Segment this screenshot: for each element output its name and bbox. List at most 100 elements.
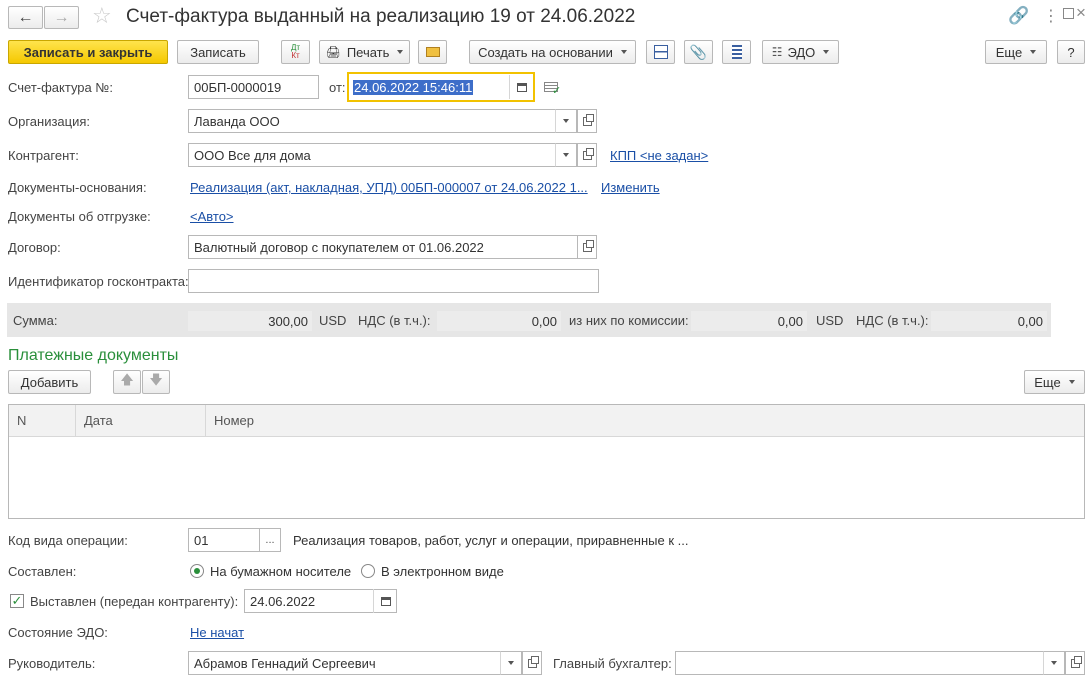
org-select[interactable]: Лаванда ООО (188, 109, 556, 133)
kpp-link[interactable]: КПП <не задан> (610, 148, 708, 163)
email-button[interactable] (418, 40, 447, 64)
contractor-open-button[interactable] (577, 143, 597, 167)
op-code-description: Реализация товаров, работ, услуг и опера… (293, 533, 689, 548)
vat-label-1: НДС (в т.ч.): (358, 313, 431, 328)
attach-button[interactable]: 📎 (684, 40, 713, 64)
open-window-icon (1070, 655, 1082, 668)
forward-button[interactable]: → (44, 6, 79, 29)
issued-checkbox[interactable]: ✓ (10, 594, 24, 608)
star-icon[interactable]: ☆ (92, 3, 112, 29)
open-window-icon (582, 113, 594, 126)
date-input[interactable]: 24.06.2022 15:46:11 (347, 72, 535, 102)
sum-value: 300,00 (188, 311, 312, 331)
commission-label: из них по комиссии: (569, 313, 689, 328)
contract-label: Договор: (8, 240, 61, 255)
base-docs-label: Документы-основания: (8, 180, 147, 195)
calendar-icon (516, 82, 527, 92)
base-docs-link[interactable]: Реализация (акт, накладная, УПД) 00БП-00… (190, 180, 588, 195)
print-button[interactable]: 🖨 Печать (319, 40, 410, 64)
issued-label[interactable]: Выставлен (передан контрагенту): (30, 594, 238, 609)
op-code-select-button[interactable]: ... (259, 528, 281, 552)
add-payment-button[interactable]: Добавить (8, 370, 91, 394)
accountant-open-button[interactable] (1065, 651, 1085, 675)
head-dropdown-button[interactable] (500, 651, 522, 675)
save-button[interactable]: Записать (177, 40, 259, 64)
org-label: Организация: (8, 114, 91, 129)
help-button[interactable]: ? (1057, 40, 1085, 64)
org-open-button[interactable] (577, 109, 597, 133)
chevron-down-icon (1051, 661, 1057, 665)
dt-kt-button[interactable]: Дт Кт (281, 40, 310, 64)
accountant-label: Главный бухгалтер: (553, 656, 672, 671)
contractor-dropdown-button[interactable] (555, 143, 577, 167)
more-button[interactable]: Еще (985, 40, 1047, 64)
shipping-docs-link[interactable]: <Авто> (190, 209, 234, 224)
accountant-select[interactable] (675, 651, 1044, 675)
payments-more-button[interactable]: Еще (1024, 370, 1085, 394)
chevron-down-icon (508, 661, 514, 665)
edo-button[interactable]: ☷ ЭДО (762, 40, 839, 64)
column-n[interactable]: N (9, 405, 76, 436)
gov-id-input[interactable] (188, 269, 599, 293)
currency-1: USD (319, 313, 347, 328)
edo-state-link[interactable]: Не начат (190, 625, 244, 640)
checkmark-icon: ✓ (11, 593, 23, 608)
printer-icon: 🖨 (325, 45, 341, 59)
contract-open-button[interactable] (577, 235, 597, 259)
composed-label: Составлен: (8, 564, 77, 579)
maximize-icon[interactable] (1063, 8, 1074, 19)
envelope-icon (425, 47, 440, 57)
issued-calendar-button[interactable] (373, 589, 397, 613)
structure-button[interactable] (646, 40, 675, 64)
from-label: от: (329, 80, 346, 95)
list-icon (731, 45, 742, 59)
edo-state-label: Состояние ЭДО: (8, 625, 108, 640)
arrow-down-icon: 🡇 (149, 372, 163, 387)
commission-value: 0,00 (691, 311, 807, 331)
column-number[interactable]: Номер (206, 405, 1084, 436)
hierarchy-icon (653, 45, 668, 59)
op-code-input[interactable]: 01 (188, 528, 260, 552)
move-down-button[interactable]: 🡇 (142, 370, 170, 394)
edo-icon: ☷ (771, 45, 783, 59)
save-close-button[interactable]: Записать и закрыть (8, 40, 168, 64)
electronic-radio[interactable] (361, 564, 375, 578)
ellipsis-icon: ... (265, 534, 275, 546)
head-select[interactable]: Абрамов Геннадий Сергеевич (188, 651, 501, 675)
invoice-number-label: Счет-фактура №: (8, 80, 113, 95)
contractor-select[interactable]: ООО Все для дома (188, 143, 556, 167)
paperclip-icon: 📎 (689, 43, 708, 60)
link-icon[interactable]: 🔗 (1008, 6, 1029, 26)
move-up-button[interactable]: 🡅 (113, 370, 141, 394)
org-dropdown-button[interactable] (555, 109, 577, 133)
accountant-dropdown-button[interactable] (1043, 651, 1065, 675)
chevron-down-icon (563, 153, 569, 157)
op-code-label: Код вида операции: (8, 533, 128, 548)
table-header: N Дата Номер (9, 405, 1084, 437)
close-icon[interactable]: × (1076, 3, 1086, 23)
more-vertical-icon[interactable]: ⋮ (1043, 6, 1059, 26)
column-date[interactable]: Дата (76, 405, 206, 436)
electronic-option-label[interactable]: В электронном виде (381, 564, 504, 579)
contract-select[interactable]: Валютный договор с покупателем от 01.06.… (188, 235, 578, 259)
back-button[interactable]: ← (8, 6, 43, 29)
payments-table[interactable]: N Дата Номер (8, 404, 1085, 519)
open-window-icon (527, 655, 539, 668)
head-open-button[interactable] (522, 651, 542, 675)
contractor-label: Контрагент: (8, 148, 79, 163)
calendar-button[interactable] (509, 75, 533, 99)
shipping-docs-label: Документы об отгрузке: (8, 209, 151, 224)
journal-button[interactable] (722, 40, 751, 64)
paper-option-label[interactable]: На бумажном носителе (210, 564, 351, 579)
arrow-up-icon: 🡅 (120, 372, 134, 387)
create-based-button[interactable]: Создать на основании (469, 40, 636, 64)
open-window-icon (582, 147, 594, 160)
head-label: Руководитель: (8, 656, 96, 671)
date-value: 24.06.2022 15:46:11 (353, 79, 474, 95)
page-title: Счет-фактура выданный на реализацию 19 о… (126, 6, 636, 27)
dt-kt-icon: Дт Кт (290, 43, 301, 60)
paper-radio[interactable] (190, 564, 204, 578)
invoice-number-input[interactable]: 00БП-0000019 (188, 75, 319, 99)
calendar-icon (380, 596, 391, 606)
change-link[interactable]: Изменить (601, 180, 660, 195)
